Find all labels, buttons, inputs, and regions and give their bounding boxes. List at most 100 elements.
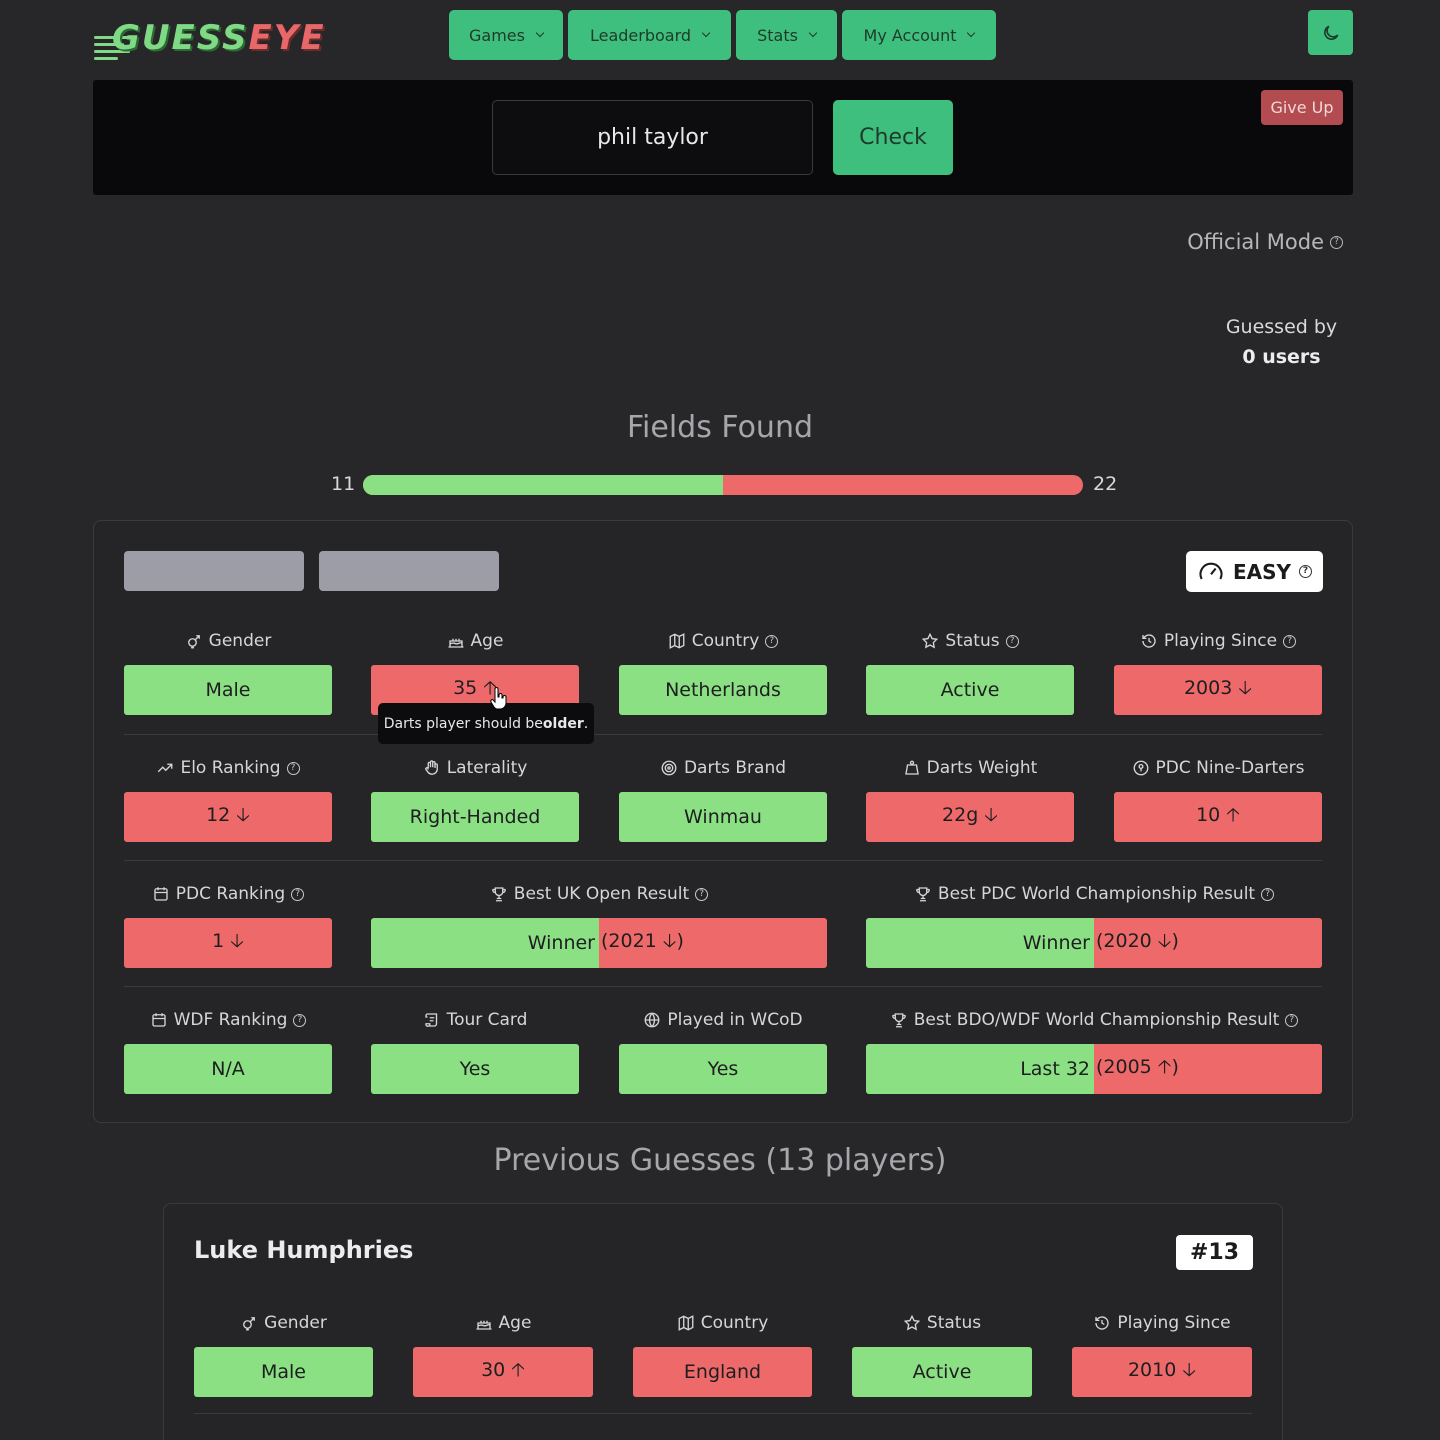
field-uk-open-year: (2021 🡣)	[599, 918, 827, 968]
help-icon[interactable]: ?	[1299, 565, 1313, 578]
chevron-down-icon	[967, 28, 976, 38]
help-icon[interactable]: ?	[1285, 1013, 1299, 1027]
guess-bar: Check Give Up	[93, 80, 1353, 195]
help-icon[interactable]: ?	[765, 634, 779, 648]
field-pdc-ranking-value: 1 🡣	[124, 918, 332, 968]
nav-leaderboard-button[interactable]: Leaderboard	[568, 10, 731, 60]
help-icon[interactable]: ?	[1330, 235, 1343, 249]
row-divider	[124, 986, 1322, 987]
target-icon	[661, 760, 677, 776]
field-tour-card-label: Tour Card	[446, 1010, 528, 1030]
fields-found-count: 11	[331, 473, 356, 495]
field-gender: Gender Male	[124, 628, 332, 715]
hidden-name-placeholder	[124, 551, 304, 591]
row-divider	[124, 734, 1322, 735]
fields-found-progress	[363, 475, 1083, 495]
prev-status-value: Active	[852, 1347, 1032, 1397]
field-uk-open: Best UK Open Result? Winner (2021 🡣)	[371, 881, 827, 968]
theme-toggle-button[interactable]	[1308, 10, 1353, 55]
trophy-icon	[891, 1013, 906, 1028]
trophy-icon	[492, 887, 506, 902]
nav-account-button[interactable]: My Account	[842, 10, 996, 60]
gender-icon	[187, 635, 200, 649]
history-icon	[1142, 634, 1156, 648]
help-icon[interactable]: ?	[695, 887, 709, 901]
field-playing-since-value: 2003 🡣	[1114, 665, 1322, 715]
field-darts-brand: Darts Brand Winmau	[619, 755, 827, 842]
hand-pointer-icon	[490, 687, 507, 710]
help-icon[interactable]: ?	[1283, 634, 1297, 648]
nav-leaderboard-label: Leaderboard	[589, 25, 692, 45]
field-uk-open-value: Winner (2021 🡣)	[371, 918, 827, 968]
prev-age-value: 30 🡡	[413, 1347, 593, 1397]
field-pdc-wc-value: Winner (2020 🡣)	[866, 918, 1322, 968]
official-mode-text: Official Mode	[1187, 230, 1324, 254]
prev-status-label: Status	[926, 1313, 982, 1333]
give-up-button[interactable]: Give Up	[1261, 90, 1343, 125]
field-country: Country? Netherlands	[619, 628, 827, 715]
difficulty-label: EASY	[1232, 559, 1292, 584]
field-pdc-wc-label: Best PDC World Championship Result	[937, 884, 1256, 904]
help-icon[interactable]: ?	[1005, 634, 1019, 648]
field-gender-label: Gender	[208, 631, 272, 651]
tooltip-text: Darts player should be	[383, 715, 543, 732]
field-laterality-label: Laterality	[446, 758, 528, 778]
field-playing-since-label: Playing Since	[1163, 631, 1278, 651]
nav-games-button[interactable]: Games	[449, 10, 563, 60]
field-playing-since: Playing Since? 2003 🡣	[1114, 628, 1322, 715]
row-divider	[124, 860, 1322, 861]
row-divider	[194, 1413, 1252, 1414]
field-tour-card-value: Yes	[371, 1044, 579, 1094]
nav-account-label: My Account	[863, 25, 957, 45]
help-icon[interactable]: ?	[293, 1013, 307, 1027]
help-icon[interactable]: ?	[291, 887, 305, 901]
official-mode-label[interactable]: Official Mode ?	[1187, 230, 1343, 254]
field-status-label: Status	[945, 631, 1000, 651]
difficulty-badge[interactable]: EASY ?	[1186, 551, 1323, 592]
nav-games-label: Games	[469, 25, 525, 45]
field-wdf-ranking-value: N/A	[124, 1044, 332, 1094]
field-laterality-value: Right-Handed	[371, 792, 579, 842]
scroll-icon	[424, 1013, 437, 1027]
hand-icon	[424, 760, 438, 775]
field-laterality: Laterality Right-Handed	[371, 755, 579, 842]
nav-stats-button[interactable]: Stats	[736, 10, 837, 60]
tooltip-emphasis: older	[542, 715, 584, 732]
speedometer-icon	[1199, 562, 1223, 579]
field-wcod-label: Played in WCoD	[667, 1010, 803, 1030]
help-icon[interactable]: ?	[1261, 887, 1275, 901]
prev-field-country: Country England	[633, 1310, 812, 1397]
current-player-card: EASY ? Gender Male Age 35 🡡 Country? Net…	[93, 520, 1353, 1123]
field-country-value: Netherlands	[619, 665, 827, 715]
field-darts-weight-value: 22g 🡣	[866, 792, 1074, 842]
map-pin-icon	[1133, 760, 1148, 776]
field-wcod: Played in WCoD Yes	[619, 1007, 827, 1094]
field-darts-weight-label: Darts Weight	[926, 758, 1038, 778]
gender-icon	[243, 1317, 256, 1331]
check-button[interactable]: Check	[833, 100, 953, 175]
previous-player-name: Luke Humphries	[194, 1236, 414, 1264]
guess-number-badge: #13	[1176, 1235, 1253, 1270]
field-pdc-ranking-label: PDC Ranking	[175, 884, 286, 904]
help-icon[interactable]: ?	[286, 761, 300, 775]
field-wdf-ranking-label: WDF Ranking	[173, 1010, 288, 1030]
chevron-down-icon	[701, 28, 711, 38]
hidden-name-placeholder	[319, 551, 499, 591]
prev-country-label: Country	[700, 1313, 769, 1333]
player-search-input[interactable]	[492, 100, 813, 175]
weight-icon	[904, 760, 919, 775]
prev-gender-label: Gender	[264, 1313, 327, 1333]
age-tooltip: Darts player should be older.	[378, 703, 594, 744]
field-nine-darters-value: 10 🡡	[1114, 792, 1322, 842]
guesseye-logo[interactable]: GUESSEYE	[94, 14, 356, 60]
fields-total-count: 22	[1093, 473, 1118, 495]
calendar-icon	[151, 1013, 166, 1027]
globe-icon	[644, 1012, 660, 1028]
field-status: Status? Active	[866, 628, 1074, 715]
prev-field-gender: Gender Male	[194, 1310, 373, 1397]
map-icon	[669, 633, 685, 649]
star-icon	[903, 1314, 921, 1331]
field-darts-brand-value: Winmau	[619, 792, 827, 842]
field-bdo-wc-value: Last 32 (2005 🡡)	[866, 1044, 1322, 1094]
progress-fill	[363, 475, 723, 495]
